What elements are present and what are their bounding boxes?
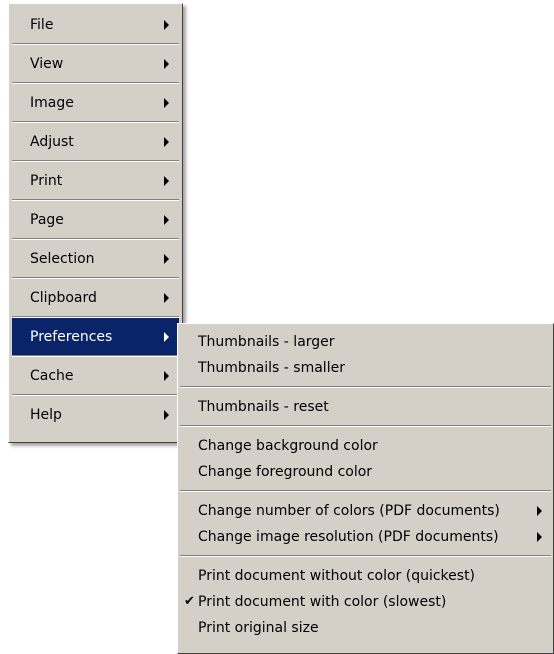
submenu-arrow-icon xyxy=(164,214,169,225)
menu-item-label: Print document with color (slowest) xyxy=(198,594,447,610)
menu-item-file[interactable]: File xyxy=(12,6,179,44)
submenu-arrow-icon xyxy=(164,97,169,108)
menu-item-change-number-of-colors[interactable]: Change number of colors (PDF documents) xyxy=(181,498,550,524)
menu-item-print[interactable]: Print xyxy=(12,162,179,200)
menu-item-cache[interactable]: Cache xyxy=(12,357,179,395)
menu-item-label: Cache xyxy=(30,368,74,384)
menu-item-label: Image xyxy=(30,95,74,111)
menu-separator xyxy=(180,490,551,492)
menu-item-thumbnails-reset[interactable]: Thumbnails - reset xyxy=(181,394,550,420)
menu-item-label: Adjust xyxy=(30,134,74,150)
menu-item-label: Change number of colors (PDF documents) xyxy=(198,503,500,519)
checkmark-icon: ✔ xyxy=(184,594,195,609)
menu-item-view[interactable]: View xyxy=(12,45,179,83)
submenu-arrow-icon xyxy=(164,253,169,264)
submenu-arrow-icon xyxy=(537,506,542,516)
submenu-arrow-icon xyxy=(164,331,169,342)
menu-item-label: Print original size xyxy=(198,620,319,636)
menu-item-change-foreground-color[interactable]: Change foreground color xyxy=(181,459,550,485)
menu-item-adjust[interactable]: Adjust xyxy=(12,123,179,161)
menu-item-label: File xyxy=(30,17,54,33)
submenu-arrow-icon xyxy=(164,136,169,147)
submenu-arrow-icon xyxy=(164,370,169,381)
menu-separator xyxy=(180,555,551,557)
submenu-arrow-icon xyxy=(164,292,169,303)
menu-item-label: Thumbnails - smaller xyxy=(198,360,345,376)
submenu-arrow-icon xyxy=(164,19,169,30)
menu-item-label: Print document without color (quickest) xyxy=(198,568,476,584)
submenu-arrow-icon xyxy=(164,175,169,186)
menu-item-label: Page xyxy=(30,212,64,228)
menu-item-label: Change background color xyxy=(198,438,378,454)
menu-item-thumbnails-smaller[interactable]: Thumbnails - smaller xyxy=(181,355,550,381)
menu-item-label: Preferences xyxy=(30,329,113,345)
menu-item-change-image-resolution[interactable]: Change image resolution (PDF documents) xyxy=(181,524,550,550)
menu-item-label: Thumbnails - larger xyxy=(198,334,335,350)
submenu-arrow-icon xyxy=(537,532,542,542)
menu-item-label: View xyxy=(30,56,64,72)
menu-item-label: Print xyxy=(30,173,63,189)
menu-item-label: Clipboard xyxy=(30,290,97,306)
menu-item-preferences[interactable]: Preferences xyxy=(12,318,179,356)
menu-item-clipboard[interactable]: Clipboard xyxy=(12,279,179,317)
menu-item-change-background-color[interactable]: Change background color xyxy=(181,433,550,459)
context-menu: File View Image Adjust Print Page Select… xyxy=(8,3,183,443)
menu-item-label: Thumbnails - reset xyxy=(198,399,329,415)
menu-item-label: Help xyxy=(30,407,62,423)
menu-item-label: Change foreground color xyxy=(198,464,373,480)
submenu-arrow-icon xyxy=(164,58,169,69)
menu-item-thumbnails-larger[interactable]: Thumbnails - larger xyxy=(181,329,550,355)
menu-item-print-without-color[interactable]: Print document without color (quickest) xyxy=(181,563,550,589)
menu-item-help[interactable]: Help xyxy=(12,396,179,434)
menu-item-print-original-size[interactable]: Print original size xyxy=(181,615,550,641)
menu-separator xyxy=(180,386,551,388)
preferences-submenu: Thumbnails - larger Thumbnails - smaller… xyxy=(177,323,554,654)
submenu-arrow-icon xyxy=(164,410,169,420)
menu-item-label: Selection xyxy=(30,251,95,267)
menu-item-selection[interactable]: Selection xyxy=(12,240,179,278)
menu-item-label: Change image resolution (PDF documents) xyxy=(198,529,499,545)
menu-separator xyxy=(180,425,551,427)
menu-item-image[interactable]: Image xyxy=(12,84,179,122)
menu-item-print-with-color[interactable]: ✔ Print document with color (slowest) xyxy=(181,589,550,615)
menu-item-page[interactable]: Page xyxy=(12,201,179,239)
